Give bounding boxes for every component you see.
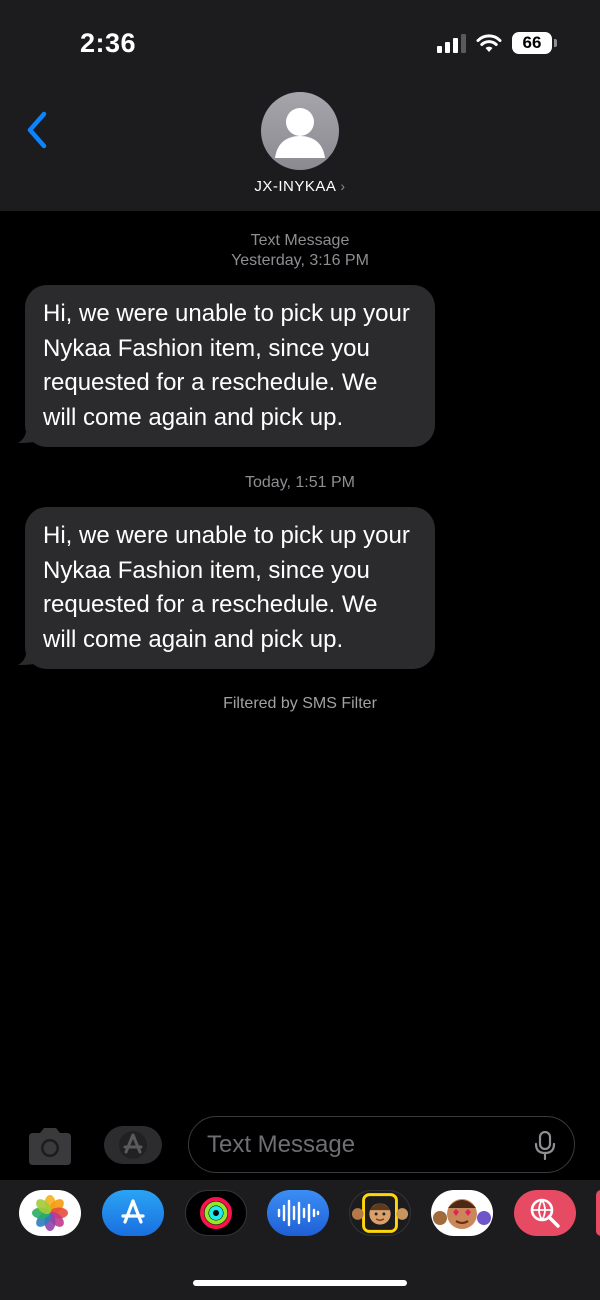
back-chevron-icon[interactable] [22, 110, 52, 150]
photos-flower-icon [32, 1195, 68, 1231]
contact-name-button[interactable]: JX-INYKAA › [0, 178, 600, 195]
timestamp: Today, 1:51 PM [0, 473, 600, 493]
wifi-icon [476, 34, 502, 52]
app-store-button[interactable] [104, 1126, 162, 1164]
activity-rings-icon [200, 1197, 232, 1229]
photos-icon[interactable] [19, 1190, 81, 1236]
status-time: 2:36 [80, 28, 137, 58]
waveform-icon [277, 1199, 320, 1227]
timestamp: Text Message Yesterday, 3:16 PM [0, 231, 600, 271]
message-bubble[interactable]: Hi, we were unable to pick up your Nykaa… [25, 285, 435, 447]
person-icon [275, 108, 325, 158]
app-store-glyph-icon [121, 1199, 145, 1224]
contact-name: JX-INYKAA [254, 178, 337, 195]
activity-icon[interactable] [185, 1190, 247, 1236]
timestamp-service: Text Message [250, 232, 350, 249]
message-input[interactable] [207, 1129, 527, 1161]
audio-message-icon[interactable] [267, 1190, 329, 1236]
home-indicator[interactable] [193, 1280, 407, 1286]
filter-note: Filtered by SMS Filter [223, 695, 377, 712]
animoji-faces-icon [433, 1199, 491, 1229]
message-bubble[interactable]: Hi, we were unable to pick up your Nykaa… [25, 507, 435, 669]
message-input-field[interactable] [188, 1116, 575, 1173]
cellular-signal-icon [437, 33, 466, 53]
globe-search-icon [530, 1198, 560, 1228]
chevron-right-icon: › [340, 178, 346, 194]
contact-avatar[interactable] [261, 92, 339, 170]
battery-icon: 66 [512, 32, 557, 54]
memoji-face-icon [351, 1193, 409, 1233]
status-icons: 66 [437, 32, 557, 54]
app-store-icon[interactable] [102, 1190, 164, 1236]
memoji-stickers-icon[interactable] [349, 1190, 411, 1236]
web-search-icon[interactable] [514, 1190, 576, 1236]
app-store-icon [119, 1131, 147, 1159]
animoji-icon[interactable] [431, 1190, 493, 1236]
timestamp-date: Today, 1:51 PM [245, 474, 355, 491]
camera-icon[interactable] [25, 1125, 75, 1167]
microphone-icon[interactable] [534, 1131, 556, 1161]
timestamp-date: Yesterday, 3:16 PM [231, 252, 369, 269]
more-apps-edge[interactable] [596, 1190, 600, 1236]
